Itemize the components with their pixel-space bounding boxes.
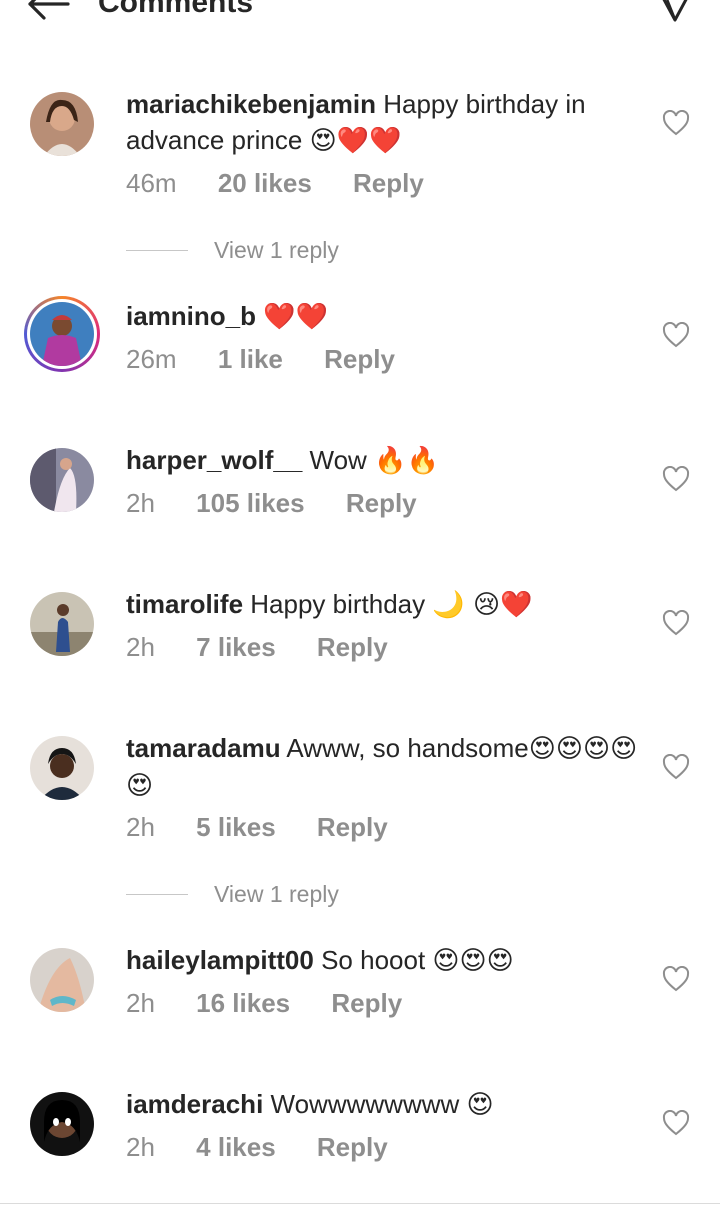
comment-text: tamaradamu Awww, so handsome😍😍😍😍😍 [126,730,646,804]
reply-button[interactable]: Reply [346,488,417,518]
comment-emoji: ❤️❤️ [263,302,328,332]
comment-likes[interactable]: 16 likes [196,988,290,1018]
comment-body: Wowwwwwwww [270,1089,460,1119]
reply-button[interactable]: Reply [317,812,388,842]
view-replies-button[interactable]: View 1 reply [126,877,526,913]
reply-button[interactable]: Reply [317,1132,388,1162]
comment-emoji: 😍 [466,1090,494,1120]
comment-meta: 2h 105 likes Reply [126,488,451,519]
comment-meta: 26m 1 like Reply [126,344,429,375]
comment-body: So hooot [321,945,426,975]
comment-emoji: 😍😍😍 [432,946,514,976]
comment-text: iamderachi Wowwwwwwww 😍 [126,1086,646,1123]
reply-button[interactable]: Reply [324,344,395,374]
comment-username[interactable]: haileylampitt00 [126,945,314,975]
comment-meta: 2h 4 likes Reply [126,1132,422,1163]
heart-outline-icon[interactable] [662,1110,690,1136]
heart-outline-icon[interactable] [662,322,690,348]
comment-body: Happy birthday [250,589,426,619]
comment-time: 46m [126,168,177,198]
send-icon[interactable] [658,0,692,24]
replies-divider [126,894,188,895]
comment-body: Awww, so handsome [286,733,529,763]
comment-time: 2h [126,488,155,518]
story-ring[interactable] [24,296,100,372]
comment-username[interactable]: timarolife [126,589,243,619]
comment-meta: 2h 16 likes Reply [126,988,436,1019]
comment-text: timarolife Happy birthday 🌙 😢❤️ [126,586,646,623]
comment-likes[interactable]: 105 likes [196,488,304,518]
avatar[interactable] [30,1092,94,1156]
comment-time: 26m [126,344,177,374]
comment-meta: 2h 7 likes Reply [126,632,422,663]
view-replies-label: View 1 reply [214,881,339,907]
reply-button[interactable]: Reply [317,632,388,662]
page-title: Comments [98,0,254,19]
heart-outline-icon[interactable] [662,466,690,492]
comment-username[interactable]: harper_wolf__ [126,445,302,475]
heart-outline-icon[interactable] [662,110,690,136]
comment-time: 2h [126,812,155,842]
comment-time: 2h [126,632,155,662]
comment-likes[interactable]: 7 likes [196,632,276,662]
avatar[interactable] [30,592,94,656]
comment-time: 2h [126,988,155,1018]
avatar[interactable] [30,736,94,800]
comment-username[interactable]: mariachikebenjamin [126,89,376,119]
comment-likes[interactable]: 4 likes [196,1132,276,1162]
replies-divider [126,250,188,251]
avatar[interactable] [30,448,94,512]
comment-username[interactable]: iamnino_b [126,301,256,331]
comment-likes[interactable]: 5 likes [196,812,276,842]
back-arrow-icon[interactable] [24,0,72,22]
comment-likes[interactable]: 1 like [218,344,283,374]
comment-emoji: 🌙 😢❤️ [432,590,533,620]
avatar[interactable] [30,92,94,156]
comments-header: Comments [0,0,720,28]
view-replies-button[interactable]: View 1 reply [126,233,526,269]
comment-emoji: 😍❤️❤️ [309,126,402,156]
heart-outline-icon[interactable] [662,966,690,992]
comment-likes[interactable]: 20 likes [218,168,312,198]
comment-body: Wow [309,445,367,475]
bottom-divider [0,1203,720,1204]
view-replies-label: View 1 reply [214,237,339,263]
reply-button[interactable]: Reply [353,168,424,198]
comment-username[interactable]: tamaradamu [126,733,281,763]
comment-meta: 2h 5 likes Reply [126,812,422,843]
avatar [30,302,94,366]
comment-text: iamnino_b ❤️❤️ [126,298,646,335]
comment-meta: 46m 20 likes Reply [126,168,458,199]
comment-time: 2h [126,1132,155,1162]
comment-text: harper_wolf__ Wow 🔥🔥 [126,442,646,479]
avatar[interactable] [30,948,94,1012]
comment-text: mariachikebenjamin Happy birthday in adv… [126,86,646,159]
comment-emoji: 🔥🔥 [374,446,439,476]
comment-username[interactable]: iamderachi [126,1089,263,1119]
reply-button[interactable]: Reply [331,988,402,1018]
comment-text: haileylampitt00 So hooot 😍😍😍 [126,942,646,979]
heart-outline-icon[interactable] [662,754,690,780]
heart-outline-icon[interactable] [662,610,690,636]
